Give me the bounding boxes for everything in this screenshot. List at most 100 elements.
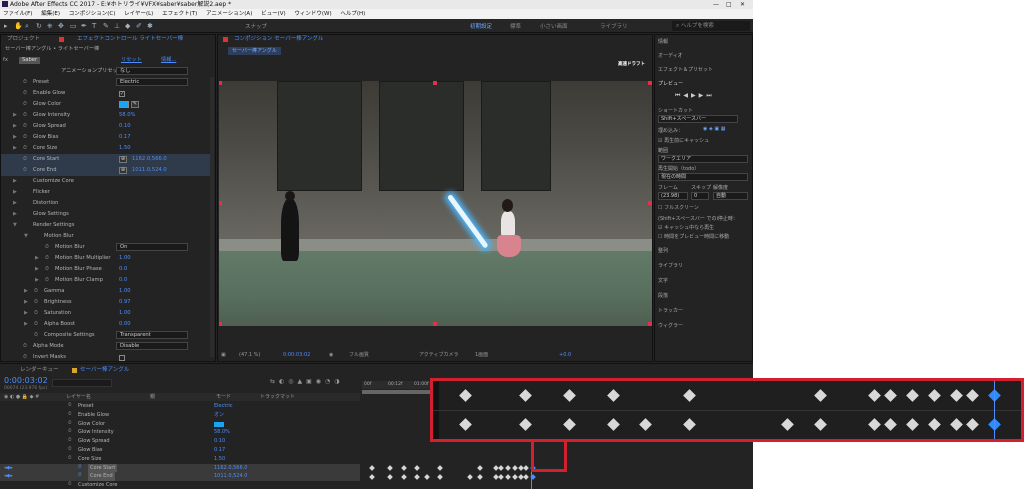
eyedropper-icon[interactable]: ✎ [131,101,139,108]
section-audio[interactable]: オーディオ [658,52,683,59]
effect-property-row[interactable]: ▶ ⏱ Motion Blur Clamp 0.0 [1,275,211,286]
pen-tool-icon[interactable]: ✒ [81,22,87,30]
section-info[interactable]: 情報 [658,38,668,45]
tab-project[interactable]: プロジェクト [7,35,40,44]
menu-effect[interactable]: エフェクト(T) [162,11,197,17]
stopwatch-icon[interactable]: ⏱ [68,446,72,455]
collapse-triangle-icon[interactable]: ▼ [13,220,17,231]
effect-property-row[interactable]: ▶ Glow Settings [1,209,211,220]
effect-property-row[interactable]: ⏱ Motion Blur On [1,242,211,253]
comp-boundary-handle[interactable] [219,81,222,85]
clone-tool-icon[interactable]: ⊥ [114,22,120,30]
minimize-button[interactable]: — [713,0,719,9]
stopwatch-icon[interactable]: ⏱ [23,341,27,352]
camera-tool-icon[interactable]: ⎈ [47,22,53,31]
effect-property-row[interactable]: ▶ ⏱ Glow Bias 0.17 [1,132,211,143]
effect-property-row[interactable]: ▶ Customize Core [1,176,211,187]
timeline-property-value[interactable]: 0.17 [214,446,225,455]
timeline-property-row[interactable]: ⏱ Enable Glow オン [0,411,360,420]
puppet-tool-icon[interactable]: ✱ [147,22,153,30]
stopwatch-icon[interactable]: ⏱ [23,165,27,176]
timeline-property-value[interactable]: 1.50 [214,455,225,464]
comp-boundary-handle[interactable] [219,322,222,326]
timeline-property-value[interactable]: 58.0% [214,428,230,437]
effect-property-row[interactable]: ▶ ⏱ Core Size 1.50 [1,143,211,154]
effect-property-row[interactable]: ▶ ⏱ Brightness 0.97 [1,297,211,308]
animation-preset-dropdown[interactable]: なし [116,67,188,75]
resolution-dropdown[interactable]: 自動 [713,192,748,200]
keyframe-marker[interactable] [498,474,505,480]
stopwatch-icon[interactable]: ⏱ [34,319,38,330]
comp-boundary-handle[interactable] [648,322,652,326]
menu-window[interactable]: ウィンドウ(W) [294,11,331,17]
effect-property-dropdown[interactable]: Disable [116,342,188,350]
effect-property-checkbox[interactable]: ✓ [119,91,125,97]
keyframe-marker[interactable] [400,465,407,471]
section-preview[interactable]: プレビュー [658,80,683,87]
timeline-timecode[interactable]: 0:00:03:02 [4,376,48,385]
effect-property-row[interactable]: ▶ ⏱ Gamma 1.00 [1,286,211,297]
keyframe-marker[interactable] [498,465,505,471]
play-from-dropdown[interactable]: 現在の時間 [658,173,748,181]
timeline-search-input[interactable] [52,379,112,387]
effect-property-value[interactable]: 0.00 [119,319,131,330]
keyframe-marker[interactable] [511,474,518,480]
workspace-standard[interactable]: 標準 [510,22,521,30]
comp-timecode[interactable]: 0:00:03:02 [283,350,310,361]
effect-property-value[interactable]: 1.00 [119,308,131,319]
expand-triangle-icon[interactable]: ▶ [24,286,28,297]
keyframe-marker[interactable] [511,465,518,471]
timeline-switches-icons[interactable]: ⇆◐◎▲▣◉◔◑ [270,378,344,385]
expand-triangle-icon[interactable]: ▶ [13,176,17,187]
collapse-triangle-icon[interactable]: ▼ [24,231,28,242]
keyframe-nav-icon[interactable]: ◂◆▸ [4,464,13,473]
stopwatch-icon[interactable]: ⏱ [23,154,27,165]
stopwatch-icon[interactable]: ⏱ [68,481,72,489]
keyframe-marker[interactable] [523,474,530,480]
effect-about-link[interactable]: 情報... [161,55,176,66]
skip-dropdown[interactable]: 0 [691,192,709,200]
keyframe-marker[interactable] [369,465,375,471]
effect-property-row[interactable]: ⏱ Composite Settings Transparent [1,330,211,341]
stopwatch-icon[interactable]: ⏱ [23,121,27,132]
expand-triangle-icon[interactable]: ▶ [13,110,17,121]
stop-play-cache-checkbox[interactable]: ☑ キャッシュ中なら再生 [658,224,714,231]
effect-property-row[interactable]: ▶ ⏱ Alpha Boost 0.00 [1,319,211,330]
stopwatch-icon[interactable]: ⏱ [45,242,49,253]
point-target-icon[interactable]: ⊕ [119,167,127,174]
stopwatch-icon[interactable]: ⏱ [23,88,27,99]
roto-brush-tool-icon[interactable]: ✐ [136,22,142,30]
timeline-property-value[interactable]: オン [214,411,224,420]
expand-triangle-icon[interactable]: ▶ [13,132,17,143]
menu-edit[interactable]: 編集(E) [41,11,60,17]
expand-triangle-icon[interactable]: ▶ [24,319,28,330]
fx-icon[interactable]: fx [3,55,8,66]
effect-property-value[interactable]: 0.0 [119,275,127,286]
effect-reset-link[interactable]: リセット [121,55,142,66]
effect-property-value[interactable]: 1.50 [119,143,131,154]
cache-before-play-checkbox[interactable]: ☑ 再生前にキャッシュ [658,137,709,144]
effect-panel-scrollbar[interactable] [210,77,214,357]
snap-toggle[interactable]: スナップ [245,22,267,30]
workspace-small-screen[interactable]: 小さい画面 [540,22,568,30]
effect-name[interactable]: Saber [19,57,41,64]
menu-file[interactable]: ファイル(F) [3,11,32,17]
stopwatch-active-icon[interactable]: ⏱ [78,472,82,481]
comp-boundary-handle[interactable] [219,201,222,205]
keyframe-marker[interactable] [437,465,443,471]
stopwatch-icon[interactable]: ⏱ [45,275,49,286]
stopwatch-icon[interactable]: ⏱ [68,428,72,437]
effect-property-value[interactable]: 1.00 [119,286,131,297]
stopwatch-icon[interactable]: ⏱ [68,411,72,420]
mode-header[interactable]: モード [216,393,231,401]
effect-property-row[interactable]: ▼ Motion Blur [1,231,211,242]
include-toggle-icons[interactable]: ◉ ◈ ▣ ▦ [703,126,725,132]
expand-triangle-icon[interactable]: ▶ [24,297,28,308]
tab-composition[interactable]: コンポジション セーバー棒アングル [234,35,323,44]
keyframe-marker[interactable] [437,474,443,480]
stopwatch-active-icon[interactable]: ⏱ [78,464,82,473]
effect-property-value[interactable]: 58.0% [119,110,135,121]
stopwatch-icon[interactable]: ⏱ [45,264,49,275]
effect-property-checkbox[interactable] [119,355,125,361]
hand-tool-icon[interactable]: ✋ [14,22,23,30]
